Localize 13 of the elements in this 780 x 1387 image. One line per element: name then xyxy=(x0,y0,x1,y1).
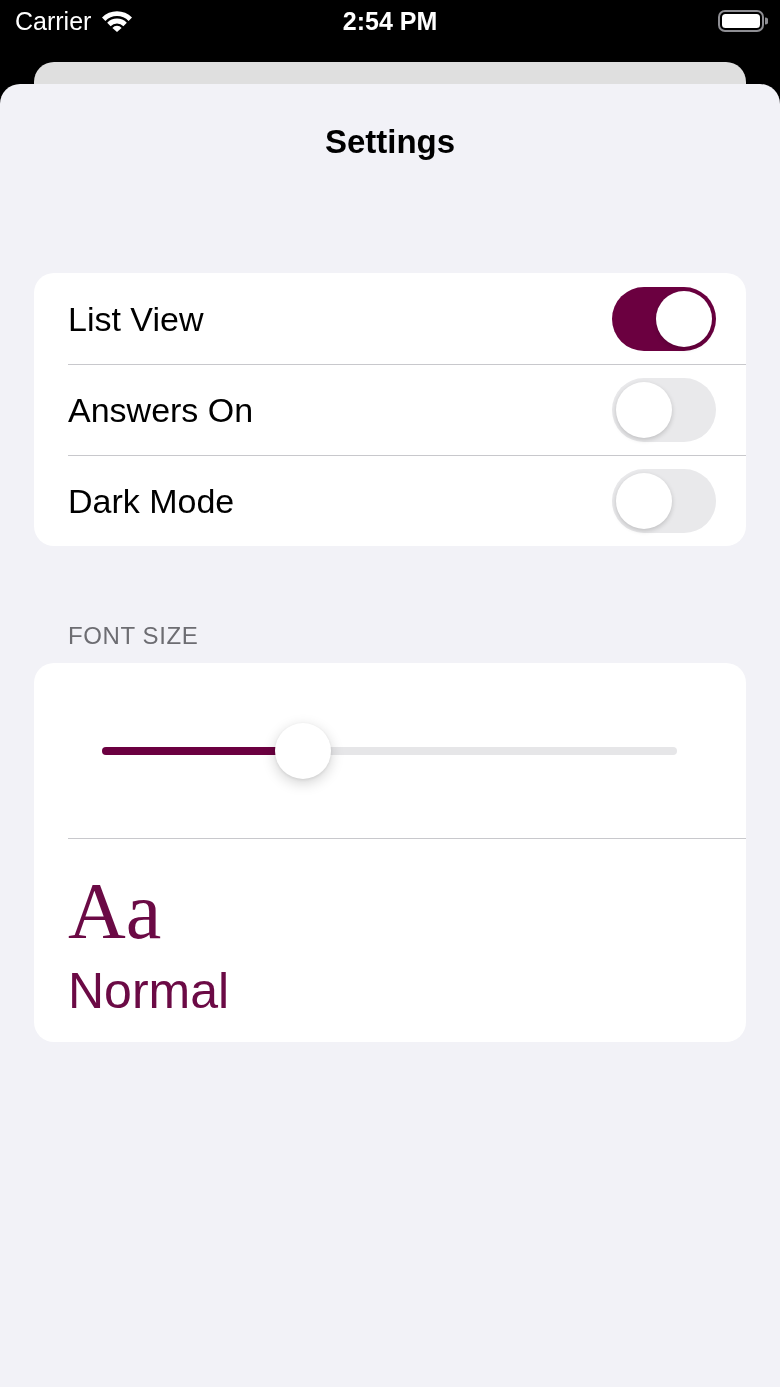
section-header: FONT SIZE xyxy=(68,622,199,650)
slider-track[interactable] xyxy=(102,746,677,755)
wifi-icon xyxy=(101,10,134,32)
clock-time: 2:54 PM xyxy=(342,7,438,35)
setting-label: Answers On xyxy=(68,390,254,430)
sheet-title: Settings xyxy=(324,124,456,160)
battery-icon xyxy=(718,10,768,32)
font-size-name: Normal xyxy=(68,963,230,1019)
font-sample-text: Aa xyxy=(68,871,162,951)
slider-thumb[interactable] xyxy=(275,722,332,779)
setting-label: Dark Mode xyxy=(68,481,235,521)
carrier-label: Carrier xyxy=(15,7,92,35)
setting-label: List View xyxy=(68,298,204,339)
